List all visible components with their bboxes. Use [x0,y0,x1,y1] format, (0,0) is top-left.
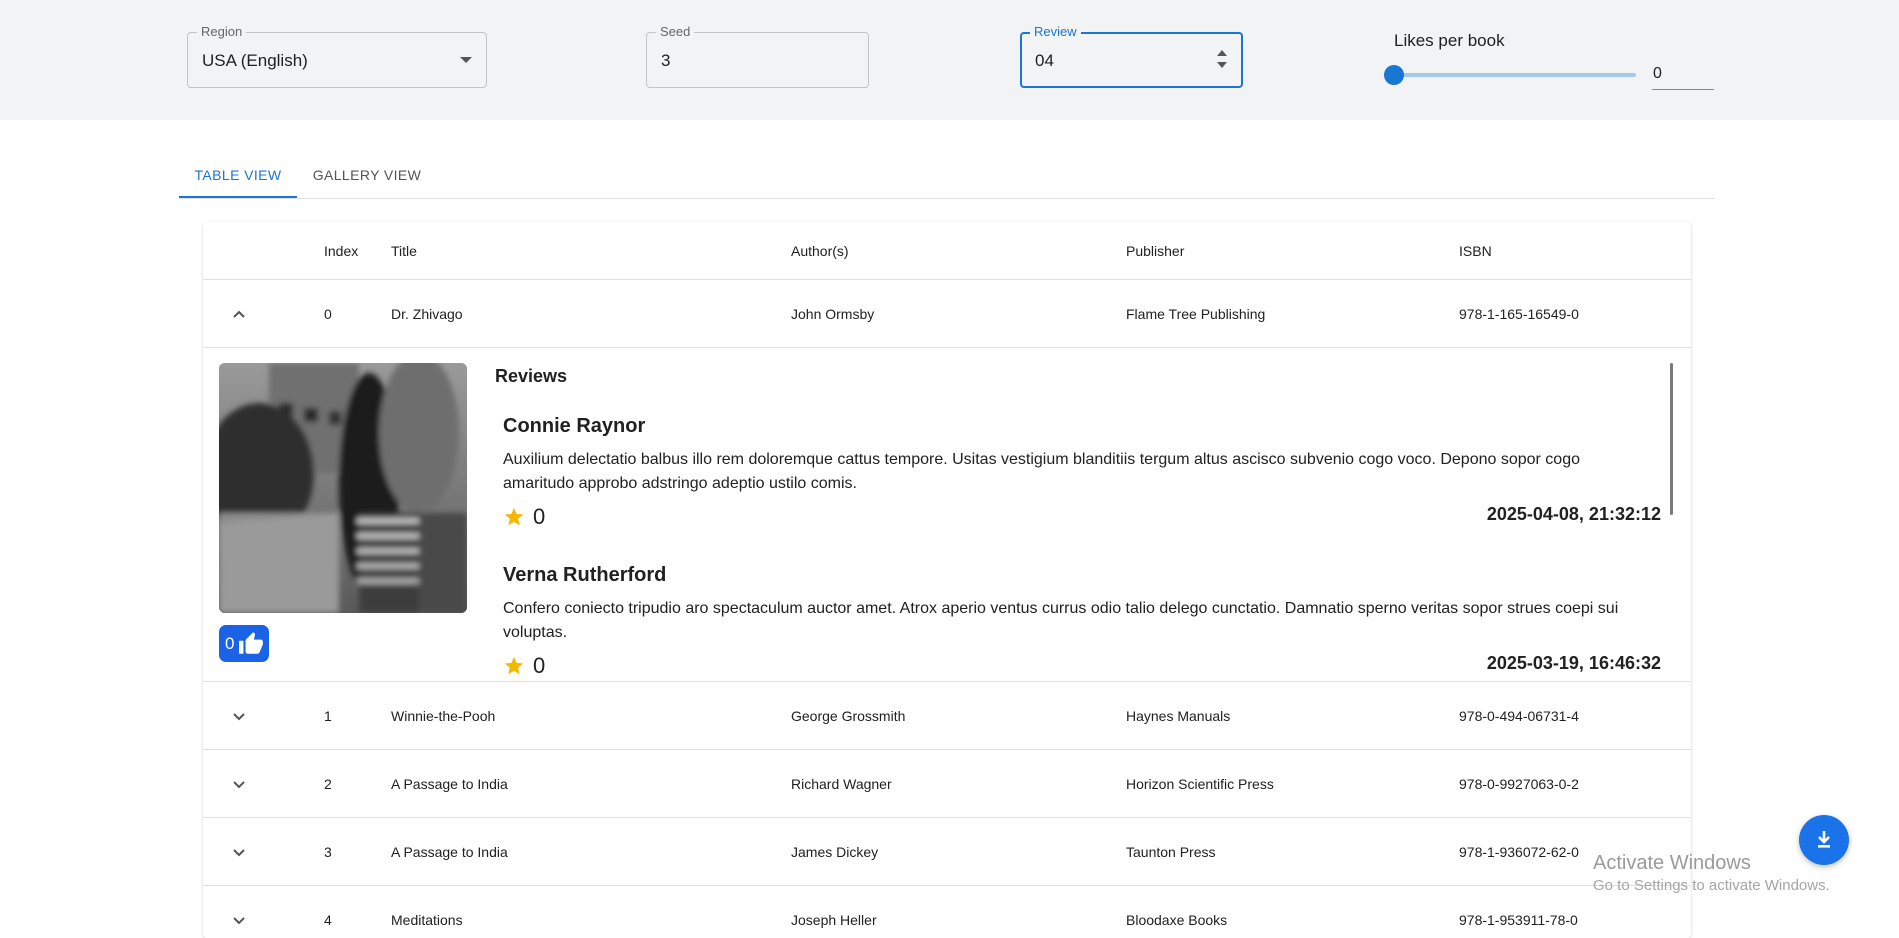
row-isbn: 978-1-936072-62-0 [1459,844,1579,860]
row-publisher: Taunton Press [1126,844,1216,860]
tab-table-view[interactable]: TABLE VIEW [179,153,297,198]
row-title: Meditations [391,912,463,928]
activate-windows-subtitle: Go to Settings to activate Windows. [1593,877,1830,894]
table-row[interactable]: 0 Dr. Zhivago John Ormsby Flame Tree Pub… [203,280,1691,348]
table-row[interactable]: 2 A Passage to India Richard Wagner Hori… [203,750,1691,818]
region-value: USA (English) [202,51,308,70]
book-cover-image [219,363,467,613]
likes-value: 0 [1653,65,1662,82]
like-count: 0 [225,634,235,653]
dropdown-arrow-icon[interactable] [460,57,472,63]
number-spinner[interactable] [1217,48,1227,72]
table-header: Index Title Author(s) Publisher ISBN [203,222,1691,280]
chevron-down-icon[interactable] [227,774,251,794]
likes-label: Likes per book [1394,31,1505,50]
books-table: Index Title Author(s) Publisher ISBN 0 D… [203,222,1691,938]
row-index: 3 [324,844,332,860]
seed-value: 3 [661,51,671,70]
row-isbn: 978-1-165-16549-0 [1459,306,1579,322]
header-author: Author(s) [791,243,849,259]
like-button[interactable]: 0 [219,625,269,662]
row-publisher: Haynes Manuals [1126,708,1231,724]
row-author: Joseph Heller [791,912,877,928]
download-icon [1818,831,1830,848]
seed-input[interactable]: Seed 3 [646,24,869,88]
review-input[interactable]: Review 04 [1020,24,1243,88]
row-index: 4 [324,912,332,928]
chevron-up-icon[interactable] [227,304,251,324]
header-publisher: Publisher [1126,243,1185,259]
row-isbn: 978-0-494-06731-4 [1459,708,1579,724]
row-publisher: Bloodaxe Books [1126,912,1228,928]
row-isbn: 978-0-9927063-0-2 [1459,776,1579,792]
table-row[interactable]: 4 Meditations Joseph Heller Bloodaxe Boo… [203,886,1691,938]
activate-windows-title: Activate Windows [1593,852,1751,874]
review-rating: 0 [533,504,546,529]
row-isbn: 978-1-953911-78-0 [1459,912,1578,928]
likes-slider-track[interactable] [1393,73,1636,77]
book-details-panel: 0 Reviews Connie Raynor Auxilium delecta… [203,348,1691,682]
star-icon [504,656,524,675]
review-author: Verna Rutherford [503,564,667,586]
row-author: John Ormsby [791,306,875,322]
chevron-down-icon[interactable] [227,842,251,862]
spin-up-icon[interactable] [1217,50,1227,56]
row-index: 2 [324,776,332,792]
header-isbn: ISBN [1459,243,1492,259]
thumb-up-icon [239,632,263,654]
row-author: George Grossmith [791,708,906,724]
chevron-down-icon[interactable] [227,910,251,930]
row-index: 0 [324,306,332,322]
row-title: A Passage to India [391,844,508,860]
row-publisher: Horizon Scientific Press [1126,776,1274,792]
download-button[interactable] [1799,815,1849,865]
controls-bar: Region USA (English) Seed 3 Review 04 Li… [0,0,1899,120]
reviews-scrollbar[interactable] [1670,363,1673,515]
tab-gallery-view[interactable]: GALLERY VIEW [297,153,437,198]
row-author: Richard Wagner [791,776,892,792]
likes-input[interactable]: 0 [1652,60,1714,90]
review-label: Review [1030,24,1081,40]
review-date: 2025-03-19, 16:46:32 [1486,653,1661,673]
row-title: Dr. Zhivago [391,306,463,322]
row-title: A Passage to India [391,776,508,792]
region-select[interactable]: Region USA (English) [187,24,487,88]
star-icon [504,507,524,526]
row-index: 1 [324,708,332,724]
seed-label: Seed [656,24,695,40]
review-value: 04 [1035,51,1054,70]
row-publisher: Flame Tree Publishing [1126,306,1266,322]
view-tabs: TABLE VIEW GALLERY VIEW [179,153,1715,199]
row-author: James Dickey [791,844,879,860]
likes-slider-thumb[interactable] [1384,65,1404,85]
review-text: Confero coniecto tripudio aro spectaculu… [503,600,1619,641]
chevron-down-icon[interactable] [227,706,251,726]
review-date: 2025-04-08, 21:32:12 [1486,504,1661,524]
row-title: Winnie-the-Pooh [391,708,496,724]
spin-down-icon[interactable] [1217,62,1227,68]
review-author: Connie Raynor [503,415,646,437]
header-title: Title [391,243,417,259]
table-row[interactable]: 1 Winnie-the-Pooh George Grossmith Hayne… [203,682,1691,750]
table-row[interactable]: 3 A Passage to India James Dickey Taunto… [203,818,1691,886]
header-index: Index [324,243,359,259]
review-rating: 0 [533,653,546,678]
region-label: Region [197,24,247,40]
reviews-heading: Reviews [495,366,568,386]
review-text: Auxilium delectatio balbus illo rem dolo… [503,451,1580,492]
